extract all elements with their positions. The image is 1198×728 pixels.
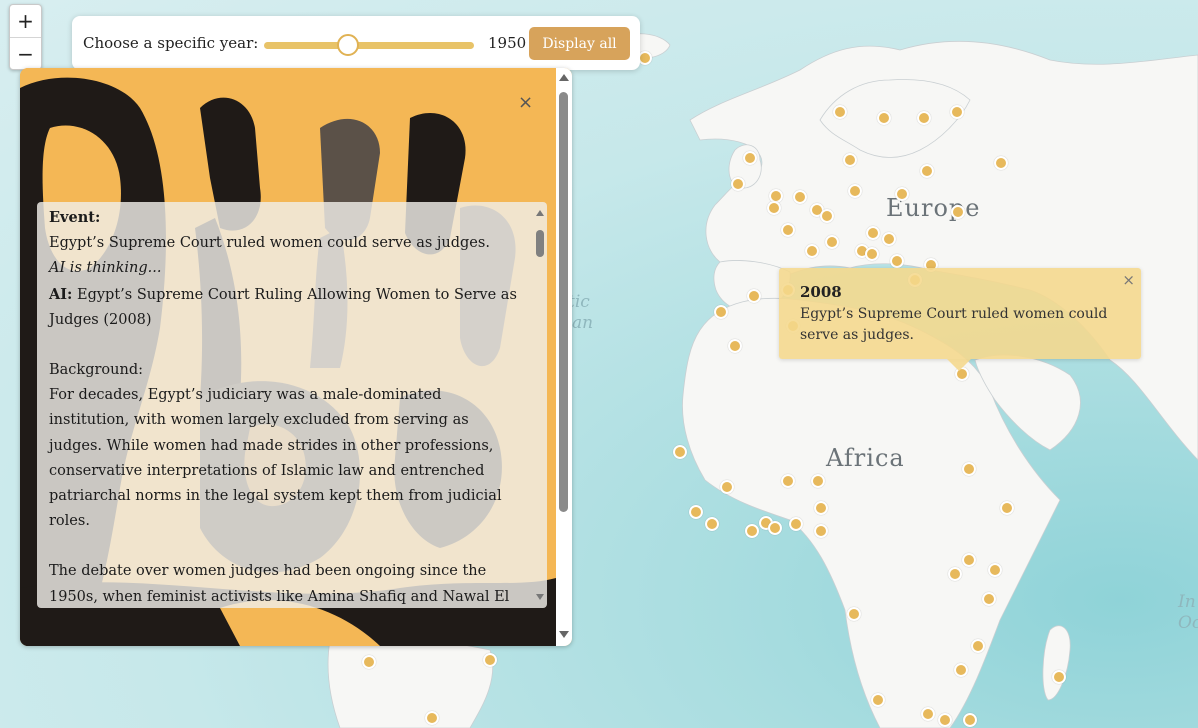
- event-description[interactable]: Event: Egypt’s Supreme Court ruled women…: [37, 202, 547, 608]
- event-marker[interactable]: [920, 164, 934, 178]
- event-marker[interactable]: [962, 553, 976, 567]
- panel-scroll-up-icon[interactable]: [559, 74, 569, 81]
- event-marker[interactable]: [793, 190, 807, 204]
- event-marker[interactable]: [747, 289, 761, 303]
- event-marker[interactable]: [917, 111, 931, 125]
- event-marker[interactable]: [994, 156, 1008, 170]
- land-madagascar: [1042, 625, 1071, 701]
- event-marker[interactable]: [950, 105, 964, 119]
- event-marker[interactable]: [638, 51, 652, 65]
- event-marker[interactable]: [731, 177, 745, 191]
- event-marker[interactable]: [483, 653, 497, 667]
- label-indian-1: In: [1178, 592, 1196, 612]
- event-marker[interactable]: [882, 232, 896, 246]
- event-marker[interactable]: [689, 505, 703, 519]
- year-value: 1950: [488, 34, 527, 52]
- event-marker[interactable]: [847, 607, 861, 621]
- event-marker[interactable]: [362, 655, 376, 669]
- land-south-america: [327, 635, 494, 728]
- event-marker[interactable]: [789, 517, 803, 531]
- event-marker[interactable]: [948, 567, 962, 581]
- event-marker[interactable]: [877, 111, 891, 125]
- popup-year: 2008: [800, 283, 842, 301]
- event-marker[interactable]: [720, 480, 734, 494]
- event-marker[interactable]: [825, 235, 839, 249]
- event-marker[interactable]: [951, 205, 965, 219]
- year-slider-track[interactable]: [264, 42, 474, 49]
- event-marker[interactable]: [781, 474, 795, 488]
- popup-text: Egypt’s Supreme Court ruled women could …: [800, 306, 1108, 343]
- event-description-text: Event: Egypt’s Supreme Court ruled women…: [49, 205, 519, 608]
- panel-scroll-thumb[interactable]: [559, 92, 568, 512]
- ai-title: Egypt’s Supreme Court Ruling Allowing Wo…: [49, 286, 517, 328]
- year-control: Choose a specific year: 1950 Display all: [72, 16, 640, 70]
- text-scroll-up-icon[interactable]: [536, 210, 544, 216]
- popup-tip: [947, 359, 971, 371]
- event-marker[interactable]: [768, 521, 782, 535]
- event-marker[interactable]: [820, 209, 834, 223]
- event-marker[interactable]: [814, 524, 828, 538]
- text-scroll-down-icon[interactable]: [536, 594, 544, 600]
- display-all-button[interactable]: Display all: [529, 27, 630, 60]
- event-marker[interactable]: [895, 187, 909, 201]
- event-marker[interactable]: [781, 223, 795, 237]
- event-marker[interactable]: [938, 713, 952, 727]
- zoom-out-button[interactable]: −: [10, 37, 41, 69]
- event-marker[interactable]: [1052, 670, 1066, 684]
- event-marker[interactable]: [425, 711, 439, 725]
- background-text: For decades, Egypt’s judiciary was a mal…: [49, 387, 502, 530]
- event-text: Egypt’s Supreme Court ruled women could …: [49, 235, 490, 252]
- event-marker[interactable]: [848, 184, 862, 198]
- popup-close-button[interactable]: ×: [1122, 271, 1135, 289]
- event-marker[interactable]: [871, 693, 885, 707]
- event-marker[interactable]: [811, 474, 825, 488]
- event-marker[interactable]: [963, 713, 977, 727]
- event-marker[interactable]: [866, 226, 880, 240]
- debate-text: The debate over women judges had been on…: [49, 563, 510, 605]
- ai-thinking: AI is thinking...: [49, 260, 162, 277]
- event-marker[interactable]: [728, 339, 742, 353]
- zoom-in-button[interactable]: +: [10, 5, 41, 37]
- event-marker[interactable]: [843, 153, 857, 167]
- event-marker[interactable]: [865, 247, 879, 261]
- label-indian-2: Oc: [1178, 613, 1198, 633]
- event-popup: × 2008 Egypt’s Supreme Court ruled women…: [779, 268, 1141, 371]
- event-marker[interactable]: [745, 524, 759, 538]
- label-atlantic-2: an: [572, 313, 594, 333]
- event-marker[interactable]: [971, 639, 985, 653]
- event-panel: × Event: Egypt’s Supreme Court ruled wom…: [20, 68, 572, 646]
- panel-scrollbar[interactable]: [556, 68, 572, 646]
- event-marker[interactable]: [673, 445, 687, 459]
- event-marker[interactable]: [954, 663, 968, 677]
- ai-heading: AI:: [49, 285, 73, 303]
- label-africa: Africa: [826, 444, 905, 472]
- event-marker[interactable]: [921, 707, 935, 721]
- panel-scroll-down-icon[interactable]: [559, 631, 569, 638]
- event-marker[interactable]: [705, 517, 719, 531]
- event-marker[interactable]: [714, 305, 728, 319]
- text-scrollbar[interactable]: [533, 202, 547, 608]
- zoom-control: + −: [9, 4, 42, 70]
- panel-close-button[interactable]: ×: [518, 92, 533, 113]
- event-marker[interactable]: [833, 105, 847, 119]
- event-marker[interactable]: [814, 501, 828, 515]
- year-slider-thumb[interactable]: [337, 34, 359, 56]
- event-marker[interactable]: [962, 462, 976, 476]
- event-marker[interactable]: [767, 201, 781, 215]
- event-marker[interactable]: [743, 151, 757, 165]
- event-marker[interactable]: [805, 244, 819, 258]
- event-heading: Event:: [49, 209, 101, 226]
- event-marker[interactable]: [890, 254, 904, 268]
- event-marker[interactable]: [982, 592, 996, 606]
- event-marker[interactable]: [1000, 501, 1014, 515]
- event-marker[interactable]: [988, 563, 1002, 577]
- text-scroll-thumb[interactable]: [536, 230, 544, 257]
- background-heading: Background:: [49, 362, 143, 379]
- year-label: Choose a specific year:: [83, 34, 259, 52]
